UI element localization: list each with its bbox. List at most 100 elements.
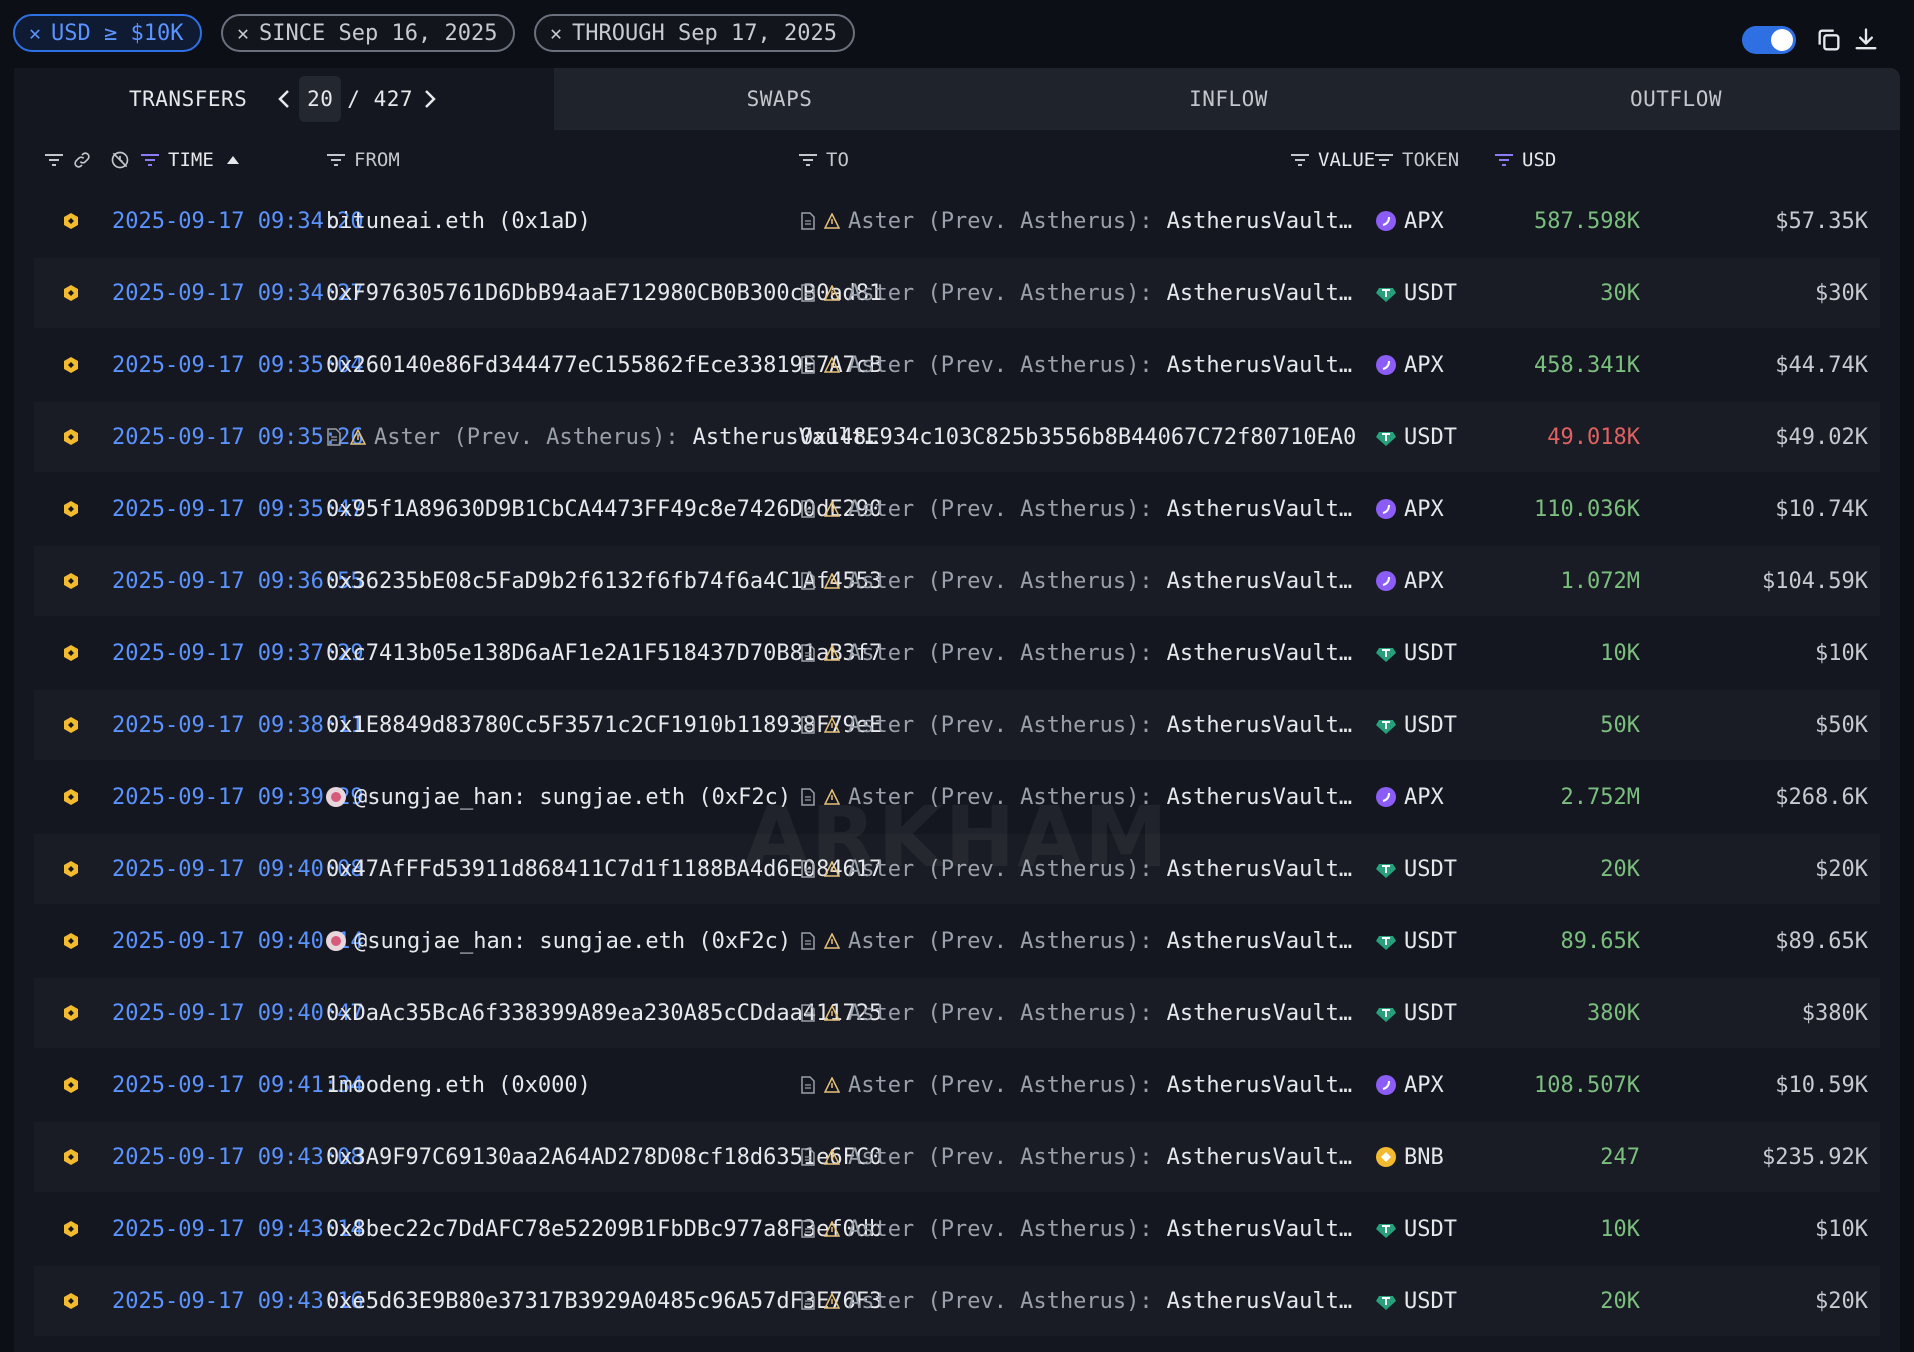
row-to[interactable]: Aster (Prev. Astherus): AstherusVault… <box>800 762 1352 832</box>
row-token[interactable]: USDT <box>1376 978 1457 1048</box>
row-token[interactable]: USDT <box>1376 402 1457 472</box>
chevron-left-icon[interactable] <box>277 88 291 110</box>
row-token[interactable]: USDT <box>1376 1194 1457 1264</box>
row-to[interactable]: Aster (Prev. Astherus): AstherusVault… <box>800 618 1352 688</box>
row-from[interactable]: 1moodeng.eth (0x000) <box>326 1050 591 1120</box>
table-row[interactable]: 2025-09-17 09:35:26 Aster (Prev. Astheru… <box>34 402 1880 472</box>
filter-chip-through[interactable]: ✕ THROUGH Sep 17, 2025 <box>534 14 855 52</box>
tab-outflow[interactable]: OUTFLOW <box>1452 68 1900 130</box>
download-icon[interactable] <box>1852 26 1880 54</box>
row-to[interactable]: Aster (Prev. Astherus): AstherusVault… <box>800 834 1352 904</box>
row-from[interactable]: @sungjae_han: sungjae.eth (0xF2c) <box>326 762 791 832</box>
row-to[interactable]: Aster (Prev. Astherus): AstherusVault… <box>800 690 1352 760</box>
close-icon[interactable]: ✕ <box>237 21 249 45</box>
row-to[interactable]: Aster (Prev. Astherus): AstherusVault… <box>800 546 1352 616</box>
table-row[interactable]: 2025-09-17 09:43:16 0xe5d63E9B80e37317B39… <box>34 1266 1880 1336</box>
row-token[interactable]: USDT <box>1376 906 1457 976</box>
page-number-input[interactable]: 20 <box>299 76 342 122</box>
table-row[interactable]: 2025-09-17 09:35:04 0x260140e86Fd344477eC… <box>34 330 1880 400</box>
time-filter-off-button[interactable] <box>110 134 130 186</box>
row-to[interactable]: Aster (Prev. Astherus): AstherusVault… <box>800 1122 1352 1192</box>
row-token[interactable]: APX <box>1376 186 1444 256</box>
filter-all-button[interactable] <box>44 134 72 186</box>
row-to[interactable]: Aster (Prev. Astherus): AstherusVault… <box>800 474 1352 544</box>
row-to[interactable]: Aster (Prev. Astherus): AstherusVault… <box>800 330 1352 400</box>
row-token[interactable]: USDT <box>1376 258 1457 328</box>
toggle-switch[interactable] <box>1742 26 1796 54</box>
column-time[interactable]: TIME <box>140 134 240 186</box>
to-entity[interactable]: Aster (Prev. Astherus): AstherusVault… <box>800 1073 1352 1098</box>
row-token[interactable]: USDT <box>1376 690 1457 760</box>
row-token[interactable]: APX <box>1376 546 1444 616</box>
to-entity[interactable]: Aster (Prev. Astherus): AstherusVault… <box>800 857 1352 882</box>
row-token[interactable]: APX <box>1376 1050 1444 1120</box>
close-icon[interactable]: ✕ <box>550 21 562 45</box>
table-row[interactable]: 2025-09-17 09:34:20 bituneai.eth (0x1aD) … <box>34 186 1880 256</box>
table-row[interactable]: 2025-09-17 09:38:11 0x1E8849d83780Cc5F357… <box>34 690 1880 760</box>
tab-swaps[interactable]: SWAPS <box>554 68 1005 130</box>
table-row[interactable]: 2025-09-17 09:35:47 0x95f1A89630D9B1CbCA4… <box>34 474 1880 544</box>
to-entity[interactable]: Aster (Prev. Astherus): AstherusVault… <box>800 713 1352 738</box>
table-row[interactable]: 2025-09-17 09:34:27 0xF976305761D6DbB94aa… <box>34 258 1880 328</box>
filter-chip-usd[interactable]: ✕ USD ≥ $10K <box>13 14 202 52</box>
link-button[interactable] <box>72 134 92 186</box>
to-entity[interactable]: Aster (Prev. Astherus): AstherusVault… <box>800 1217 1352 1242</box>
to-entity[interactable]: Aster (Prev. Astherus): AstherusVault… <box>800 1289 1352 1314</box>
table-row[interactable]: 2025-09-17 09:37:29 0xc7413b05e138D6aAF1e… <box>34 618 1880 688</box>
row-to[interactable]: Aster (Prev. Astherus): AstherusVault… <box>800 186 1352 256</box>
to-entity[interactable]: Aster (Prev. Astherus): AstherusVault… <box>800 281 1352 306</box>
row-to[interactable]: Aster (Prev. Astherus): AstherusVault… <box>800 906 1352 976</box>
from-entity[interactable]: Aster (Prev. Astherus): AstherusVault… <box>326 425 878 450</box>
row-from[interactable]: @sungjae_han: sungjae.eth (0xF2c) <box>326 906 791 976</box>
row-to[interactable]: Aster (Prev. Astherus): AstherusVault… <box>800 1194 1352 1264</box>
table-row[interactable]: 2025-09-17 09:40:08 0x47AfFFd53911d868411… <box>34 834 1880 904</box>
column-usd[interactable]: USD <box>1494 134 1556 186</box>
to-entity[interactable]: Aster (Prev. Astherus): AstherusVault… <box>800 497 1352 522</box>
row-from[interactable]: 0xF976305761D6DbB94aaE712980CB0B300cB0ad… <box>326 258 882 328</box>
row-from[interactable]: bituneai.eth (0x1aD) <box>326 186 591 256</box>
row-to[interactable]: Aster (Prev. Astherus): AstherusVault… <box>800 1050 1352 1120</box>
to-entity[interactable]: Aster (Prev. Astherus): AstherusVault… <box>800 785 1352 810</box>
column-to[interactable]: TO <box>798 134 849 186</box>
chevron-right-icon[interactable] <box>423 88 437 110</box>
tab-transfers[interactable]: TRANSFERS 20 / 427 <box>14 68 554 130</box>
row-from[interactable]: 0xe5d63E9B80e37317B3929A0485c96A57dF3E76… <box>326 1266 882 1336</box>
table-row[interactable]: 2025-09-17 09:36:55 0x36235bE08c5FaD9b2f6… <box>34 546 1880 616</box>
column-from[interactable]: FROM <box>326 134 400 186</box>
row-token[interactable]: USDT <box>1376 1266 1457 1336</box>
row-token[interactable]: USDT <box>1376 618 1457 688</box>
row-from[interactable]: 0x3A9F97C69130aa2A64AD278D08cf18d6351e6F… <box>326 1122 882 1192</box>
row-to[interactable]: Aster (Prev. Astherus): AstherusVault… <box>800 258 1352 328</box>
row-from[interactable]: 0x36235bE08c5FaD9b2f6132f6fb74f6a4C1Af45… <box>326 546 882 616</box>
row-from[interactable]: 0x47AfFFd53911d868411C7d1f1188BA4d6E0846… <box>326 834 882 904</box>
row-from[interactable]: 0x1E8849d83780Cc5F3571c2CF1910b118938F79… <box>326 690 882 760</box>
to-entity[interactable]: Aster (Prev. Astherus): AstherusVault… <box>800 569 1352 594</box>
row-from[interactable]: 0x95f1A89630D9B1CbCA4473FF49c8e7426D0dE2… <box>326 474 882 544</box>
row-from[interactable]: 0xc7413b05e138D6aAF1e2A1F518437D70B81aB3… <box>326 618 882 688</box>
row-from[interactable]: 0x8bec22c7DdAFC78e52209B1FbDBc977a8F3ef0… <box>326 1194 882 1264</box>
table-row[interactable]: 2025-09-17 09:39:29 @sungjae_han: sungjae… <box>34 762 1880 832</box>
table-row[interactable]: 2025-09-17 09:41:34 1moodeng.eth (0x000) … <box>34 1050 1880 1120</box>
row-to[interactable]: 0x148E934c103C825b3556b8B44067C72f80710E… <box>800 402 1356 472</box>
row-token[interactable]: APX <box>1376 330 1444 400</box>
copy-icon[interactable] <box>1815 26 1843 54</box>
to-entity[interactable]: Aster (Prev. Astherus): AstherusVault… <box>800 353 1352 378</box>
tab-inflow[interactable]: INFLOW <box>1005 68 1452 130</box>
row-from[interactable]: Aster (Prev. Astherus): AstherusVault… <box>326 402 878 472</box>
to-entity[interactable]: Aster (Prev. Astherus): AstherusVault… <box>800 641 1352 666</box>
row-token[interactable]: BNB <box>1376 1122 1444 1192</box>
to-entity[interactable]: Aster (Prev. Astherus): AstherusVault… <box>800 209 1352 234</box>
table-row[interactable]: 2025-09-17 09:40:47 0xDaAc35BcA6f338399A8… <box>34 978 1880 1048</box>
table-row[interactable]: 2025-09-17 09:43:14 0x8bec22c7DdAFC78e522… <box>34 1194 1880 1264</box>
column-value[interactable]: VALUE <box>1290 134 1375 186</box>
to-entity[interactable]: Aster (Prev. Astherus): AstherusVault… <box>800 1145 1352 1170</box>
to-entity[interactable]: Aster (Prev. Astherus): AstherusVault… <box>800 929 1352 954</box>
column-token[interactable]: TOKEN <box>1374 134 1459 186</box>
table-row[interactable]: 2025-09-17 09:43:08 0x3A9F97C69130aa2A64A… <box>34 1122 1880 1192</box>
row-token[interactable]: USDT <box>1376 834 1457 904</box>
row-from[interactable]: 0xDaAc35BcA6f338399A89ea230A85cCDdaa4117… <box>326 978 882 1048</box>
close-icon[interactable]: ✕ <box>29 21 41 45</box>
to-entity[interactable]: Aster (Prev. Astherus): AstherusVault… <box>800 1001 1352 1026</box>
filter-chip-since[interactable]: ✕ SINCE Sep 16, 2025 <box>221 14 516 52</box>
row-from[interactable]: 0x260140e86Fd344477eC155862fEce33819E7A7… <box>326 330 882 400</box>
